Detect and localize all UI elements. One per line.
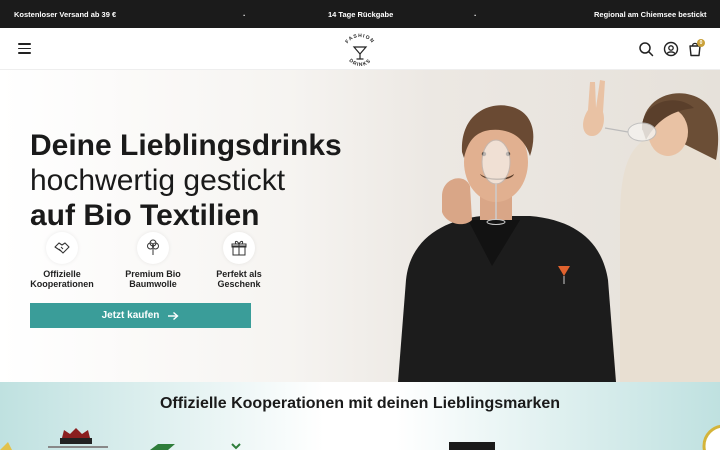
headline-line-2: hochwertig gestickt [30, 164, 286, 197]
feature-label: Premium Bio Baumwolle [125, 269, 181, 289]
partner-logos [0, 424, 720, 450]
dark-brand-logo-icon [449, 442, 495, 450]
headline-line-3: auf Bio Textilien [30, 199, 260, 232]
green-mark-icon [231, 443, 241, 450]
hero-banner: Deine Lieblingsdrinks hochwertig gestick… [0, 70, 720, 382]
hero-headline: Deine Lieblingsdrinks hochwertig gestick… [30, 128, 342, 233]
corner-emblem-icon [702, 424, 720, 450]
crown-logo-icon [48, 428, 108, 448]
fashion-drinks-logo[interactable]: FASHION DRINKS [340, 32, 380, 68]
svg-text:FASHION: FASHION [344, 33, 375, 45]
handshake-icon [54, 242, 70, 254]
feature-cooperations: Offizielle Kooperationen [22, 232, 102, 289]
cart-count-badge: 0 [697, 39, 705, 47]
corner-left-icon [0, 442, 12, 450]
arrow-right-icon [168, 311, 179, 320]
site-header: FASHION DRINKS 0 [0, 28, 720, 70]
feature-label: Offizielle Kooperationen [30, 269, 94, 289]
feature-label: Perfekt als Geschenk [216, 269, 262, 289]
cotton-icon [147, 239, 159, 255]
search-icon[interactable] [638, 41, 654, 57]
feature-organic-cotton: Premium Bio Baumwolle [113, 232, 193, 289]
announcement-returns: 14 Tage Rückgabe [328, 9, 394, 19]
announcement-bar: Kostenloser Versand ab 39 € . 14 Tage Rü… [0, 0, 720, 28]
shop-now-button[interactable]: Jetzt kaufen [30, 303, 251, 328]
shop-now-label: Jetzt kaufen [101, 310, 160, 321]
gift-icon [231, 240, 247, 256]
feature-gift: Perfekt als Geschenk [199, 232, 279, 289]
account-icon[interactable] [663, 41, 679, 57]
announcement-shipping: Kostenloser Versand ab 39 € [14, 9, 117, 19]
announcement-separator: . [243, 9, 246, 18]
green-brand-logo-icon [150, 444, 175, 450]
partners-section: Offizielle Kooperationen mit deinen Lieb… [0, 382, 720, 450]
announcement-separator: . [474, 9, 477, 18]
announcement-regional: Regional am Chiemsee bestickt [594, 9, 707, 19]
menu-icon[interactable] [18, 43, 31, 54]
hero-photo-models [398, 80, 720, 382]
headline-line-1: Deine Lieblingsdrinks [30, 129, 342, 162]
feature-list: Offizielle Kooperationen Premium Bio Baumw… [30, 232, 290, 292]
